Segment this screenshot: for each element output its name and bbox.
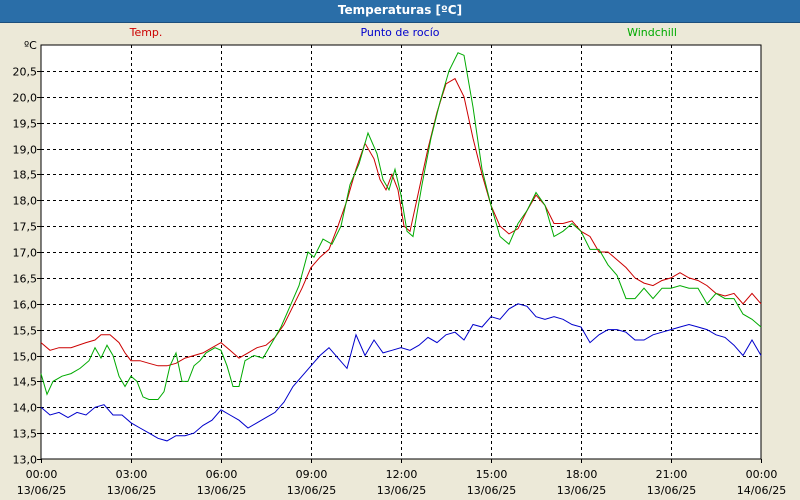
y-tick-label: 14,5	[13, 376, 38, 389]
y-tick-label: 19,5	[13, 118, 38, 131]
x-tick-date-label: 13/06/25	[107, 484, 156, 497]
y-tick-label: 18,0	[13, 195, 38, 208]
y-tick-label: 20,5	[13, 66, 38, 79]
y-tick-label: 13,5	[13, 428, 38, 441]
y-tick-label: 18,5	[13, 169, 38, 182]
x-tick-date-label: 13/06/25	[287, 484, 336, 497]
chart-title: Temperaturas [ºC]	[337, 3, 463, 17]
x-tick-time-label: 12:00	[386, 468, 418, 481]
y-tick-label: 16,5	[13, 273, 38, 286]
y-tick-label: 13,0	[13, 454, 38, 467]
x-tick-date-label: 13/06/25	[557, 484, 606, 497]
y-axis-ticks: 13,0 13,5 14,0 14,5 15,0 15,5 16,0 16,5 17,0 17,5…	[13, 66, 41, 467]
y-tick-label: 15,5	[13, 325, 38, 338]
y-tick-label: 20,0	[13, 92, 38, 105]
legend-entry-2: Windchill	[627, 26, 677, 39]
x-tick-time-label: 21:00	[656, 468, 688, 481]
y-tick-label: 17,0	[13, 247, 38, 260]
x-tick-time-label: 03:00	[116, 468, 148, 481]
y-tick-label: 17,5	[13, 221, 38, 234]
x-tick-date-label: 13/06/25	[377, 484, 426, 497]
x-tick-time-label: 06:00	[206, 468, 238, 481]
x-tick-date-label: 14/06/25	[737, 484, 786, 497]
x-tick-time-label: 00:00	[746, 468, 778, 481]
x-tick-time-label: 00:00	[26, 468, 58, 481]
x-tick-date-label: 13/06/25	[647, 484, 696, 497]
legend-entry-0: Temp.	[129, 26, 163, 39]
x-tick-time-label: 15:00	[476, 468, 508, 481]
temperature-chart: 13,0 13,5 14,0 14,5 15,0 15,5 16,0 16,5 17,0 17,5…	[13, 26, 787, 497]
x-axis-ticks: 00:00 13/06/25 03:00 13/06/25 06:00 13/06/25 0…	[17, 459, 786, 497]
y-tick-label: 19,0	[13, 144, 38, 157]
y-axis-unit-label: ºC	[24, 39, 37, 52]
x-tick-date-label: 13/06/25	[467, 484, 516, 497]
x-tick-date-label: 13/06/25	[197, 484, 246, 497]
y-tick-label: 16,0	[13, 299, 38, 312]
x-tick-date-label: 13/06/25	[17, 484, 66, 497]
y-tick-label: 15,0	[13, 351, 38, 364]
legend-entry-1: Punto de rocío	[360, 26, 439, 39]
x-tick-time-label: 09:00	[296, 468, 328, 481]
legend: Temp. Punto de rocío Windchill	[129, 26, 677, 39]
x-tick-time-label: 18:00	[566, 468, 598, 481]
y-tick-label: 14,0	[13, 402, 38, 415]
